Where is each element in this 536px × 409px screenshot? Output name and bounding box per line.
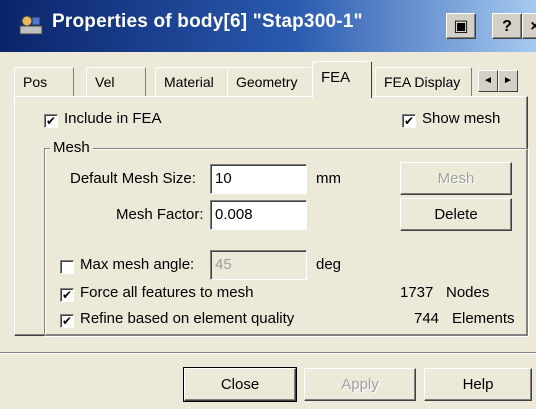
app-icon: [18, 12, 44, 38]
default-mesh-size-unit: mm: [316, 170, 341, 187]
tab-scroll-right-icon[interactable]: ►: [498, 70, 518, 92]
close-icon[interactable]: ×: [522, 13, 536, 39]
tab-fea[interactable]: FEA: [312, 61, 372, 98]
max-mesh-angle-label: Max mesh angle:: [80, 256, 195, 273]
help-button[interactable]: Help: [424, 368, 532, 401]
restore-button[interactable]: ▣: [446, 13, 476, 39]
max-mesh-angle-checkbox[interactable]: [60, 260, 74, 274]
close-button[interactable]: Close: [183, 367, 297, 402]
tab-vel[interactable]: Vel: [86, 67, 146, 97]
mesh-group-title: Mesh: [50, 139, 93, 156]
check-icon: ✔: [61, 288, 73, 302]
default-mesh-size-label: Default Mesh Size:: [70, 170, 196, 187]
window-title: Properties of body[6] "Stap300-1": [52, 11, 363, 32]
tab-fea-display[interactable]: FEA Display: [375, 67, 472, 97]
check-icon: ✔: [45, 114, 57, 128]
check-icon: ✔: [403, 114, 415, 128]
help-title-button[interactable]: ?: [492, 13, 522, 39]
mesh-button[interactable]: Mesh: [400, 162, 512, 195]
nodes-count: 1737: [400, 284, 434, 301]
tab-material[interactable]: Material: [155, 67, 234, 97]
nodes-label: Nodes: [446, 284, 490, 301]
elements-label: Elements: [452, 310, 515, 327]
footer-divider: [0, 352, 536, 354]
mesh-factor-label: Mesh Factor:: [116, 206, 204, 223]
tab-pos[interactable]: Pos: [14, 67, 74, 97]
refine-element-quality-label: Refine based on element quality: [80, 310, 295, 327]
tab-scroll-left-icon[interactable]: ◄: [478, 70, 498, 92]
tab-geometry[interactable]: Geometry: [227, 67, 313, 97]
max-mesh-angle-input[interactable]: 45: [210, 250, 307, 280]
show-mesh-checkbox[interactable]: ✔: [402, 114, 416, 128]
refine-element-quality-checkbox[interactable]: ✔: [60, 314, 74, 328]
force-all-features-label: Force all features to mesh: [80, 284, 254, 301]
elements-count: 744: [414, 310, 440, 327]
show-mesh-label: Show mesh: [422, 110, 501, 127]
check-icon: ✔: [61, 314, 73, 328]
force-all-features-checkbox[interactable]: ✔: [60, 288, 74, 302]
delete-button[interactable]: Delete: [400, 198, 512, 231]
mesh-factor-input[interactable]: 0.008: [210, 200, 307, 230]
max-mesh-angle-unit: deg: [316, 256, 342, 273]
apply-button[interactable]: Apply: [304, 368, 416, 401]
default-mesh-size-input[interactable]: 10: [210, 164, 307, 194]
include-in-fea-label: Include in FEA: [64, 110, 162, 127]
include-in-fea-checkbox[interactable]: ✔: [44, 114, 58, 128]
